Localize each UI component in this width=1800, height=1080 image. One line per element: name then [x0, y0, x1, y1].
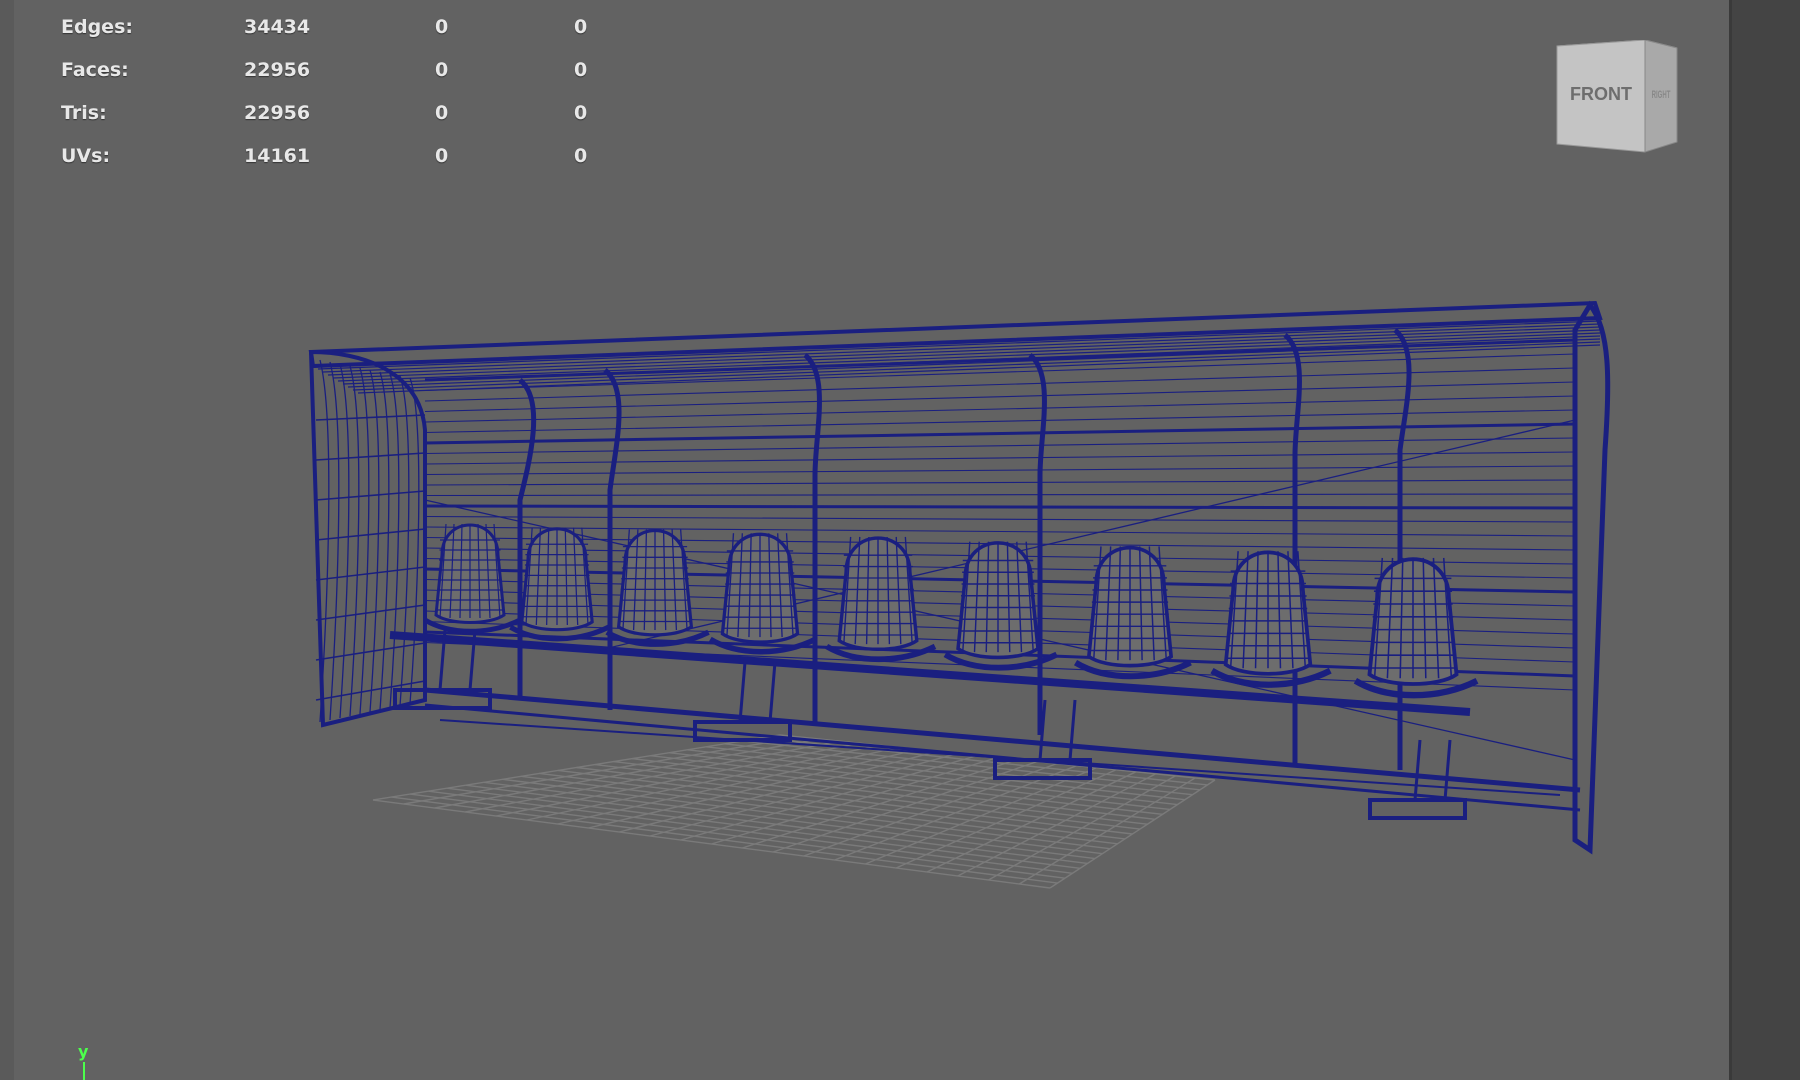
ground-grid — [372, 734, 1216, 889]
viewport-right-panel-edge — [1729, 0, 1800, 1080]
seat-shell — [1073, 546, 1192, 680]
dugout-bench-wireframe-model[interactable] — [0, 0, 1729, 1080]
seat-row — [423, 523, 1479, 699]
seat-shell — [423, 523, 522, 634]
seat-shell — [708, 532, 817, 655]
seat-shell — [1353, 557, 1479, 699]
seat-shell — [605, 529, 710, 647]
